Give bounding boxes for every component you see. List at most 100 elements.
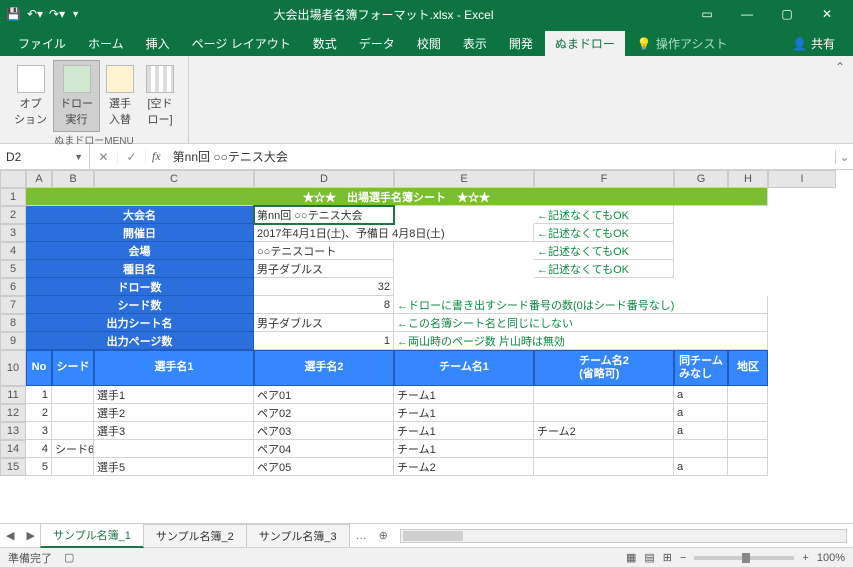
undo-icon[interactable]: ↶▾: [27, 7, 43, 21]
cell-player2[interactable]: ペア03: [254, 422, 394, 440]
field-note[interactable]: ←両山時のページ数 片山時は無効: [394, 332, 768, 350]
cell-same[interactable]: a: [674, 404, 728, 422]
field-note[interactable]: ←記述なくてもOK: [534, 224, 674, 242]
row-header[interactable]: 2: [0, 206, 26, 224]
sheet-title[interactable]: ★☆★ 出場選手名簿シート ★☆★: [26, 188, 768, 206]
empty-draw-button[interactable]: [空ド ロー]: [140, 60, 180, 132]
column-header[interactable]: C: [94, 170, 254, 188]
zoom-slider[interactable]: [694, 556, 794, 560]
sheet-tab-1[interactable]: サンプル名簿_1: [40, 523, 144, 548]
enter-formula-icon[interactable]: ✓: [118, 150, 146, 164]
cell-seed[interactable]: シード6: [52, 440, 94, 458]
table-header[interactable]: シード: [52, 350, 94, 386]
field-note[interactable]: ←記述なくてもOK: [534, 242, 674, 260]
row-header[interactable]: 4: [0, 242, 26, 260]
sheet-nav-next-icon[interactable]: ▶: [20, 529, 40, 542]
formula-input[interactable]: 第nn回 ○○テニス大会: [167, 148, 835, 165]
row-header[interactable]: 1: [0, 188, 26, 206]
cell-team2[interactable]: [534, 386, 674, 404]
field-value[interactable]: 2017年4月1日(土)、予備日 4月8日(土): [254, 224, 534, 242]
field-value[interactable]: 第nn回 ○○テニス大会: [254, 206, 394, 224]
cell-team2[interactable]: チーム2: [534, 422, 674, 440]
cell-player2[interactable]: ペア05: [254, 458, 394, 476]
column-header[interactable]: G: [674, 170, 728, 188]
zoom-in-button[interactable]: +: [802, 552, 808, 564]
field-value[interactable]: 男子ダブルス: [254, 314, 394, 332]
cell-same[interactable]: a: [674, 422, 728, 440]
column-header[interactable]: D: [254, 170, 394, 188]
field-value[interactable]: 32: [254, 278, 394, 296]
tab-home[interactable]: ホーム: [78, 31, 134, 56]
sheet-tab-2[interactable]: サンプル名簿_2: [143, 524, 247, 547]
name-box[interactable]: D2 ▼: [0, 144, 90, 169]
cell-team1[interactable]: チーム1: [394, 422, 534, 440]
column-header[interactable]: E: [394, 170, 534, 188]
field-note[interactable]: ←この名簿シート名と同じにしない: [394, 314, 768, 332]
zoom-out-button[interactable]: −: [680, 552, 686, 564]
table-header[interactable]: 選手名1: [94, 350, 254, 386]
field-label[interactable]: 大会名: [26, 206, 254, 224]
cell-no[interactable]: 5: [26, 458, 52, 476]
row-header[interactable]: 9: [0, 332, 26, 350]
expand-formula-bar-icon[interactable]: ⌄: [835, 150, 853, 164]
maximize-button[interactable]: ▢: [767, 7, 807, 21]
zoom-slider-thumb[interactable]: [742, 553, 750, 563]
cell-no[interactable]: 1: [26, 386, 52, 404]
cell-team1[interactable]: チーム1: [394, 440, 534, 458]
row-header[interactable]: 6: [0, 278, 26, 296]
ribbon-display-options-icon[interactable]: ▭: [687, 7, 727, 21]
tab-review[interactable]: 校閲: [407, 31, 451, 56]
cell-same[interactable]: a: [674, 458, 728, 476]
spreadsheet-grid[interactable]: ABCDEFGHI 123456789101112131415 ★☆★ 出場選手…: [0, 170, 853, 523]
save-icon[interactable]: 💾: [6, 7, 21, 21]
select-all-corner[interactable]: [0, 170, 26, 188]
field-value[interactable]: ○○テニスコート: [254, 242, 394, 260]
tell-me[interactable]: 💡 操作アシスト: [627, 31, 737, 56]
cell-no[interactable]: 4: [26, 440, 52, 458]
field-label[interactable]: ドロー数: [26, 278, 254, 296]
sheet-nav-prev-icon[interactable]: ◀: [0, 529, 20, 542]
cell-team1[interactable]: チーム1: [394, 386, 534, 404]
cell-seed[interactable]: [52, 458, 94, 476]
table-header[interactable]: 選手名2: [254, 350, 394, 386]
page-break-view-icon[interactable]: ⊞: [663, 551, 672, 564]
cell-area[interactable]: [728, 422, 768, 440]
tab-formulas[interactable]: 数式: [303, 31, 347, 56]
tab-data[interactable]: データ: [349, 31, 405, 56]
cell-area[interactable]: [728, 404, 768, 422]
field-label[interactable]: シード数: [26, 296, 254, 314]
field-label[interactable]: 開催日: [26, 224, 254, 242]
tab-view[interactable]: 表示: [453, 31, 497, 56]
row-header[interactable]: 11: [0, 386, 26, 404]
row-header[interactable]: 12: [0, 404, 26, 422]
column-header[interactable]: A: [26, 170, 52, 188]
tab-insert[interactable]: 挿入: [136, 31, 180, 56]
cell-area[interactable]: [728, 440, 768, 458]
horizontal-scrollbar[interactable]: [400, 529, 847, 543]
close-button[interactable]: ✕: [807, 7, 847, 21]
field-label[interactable]: 会場: [26, 242, 254, 260]
scrollbar-thumb[interactable]: [403, 531, 463, 541]
row-header[interactable]: 15: [0, 458, 26, 476]
cell-seed[interactable]: [52, 404, 94, 422]
normal-view-icon[interactable]: ▦: [626, 551, 636, 564]
row-header[interactable]: 14: [0, 440, 26, 458]
table-header[interactable]: 同チーム みなし: [674, 350, 728, 386]
cell-seed[interactable]: [52, 386, 94, 404]
draw-execute-button[interactable]: ドロー 実行: [53, 60, 100, 132]
cell-no[interactable]: 3: [26, 422, 52, 440]
row-header[interactable]: 5: [0, 260, 26, 278]
column-header[interactable]: H: [728, 170, 768, 188]
cell-player1[interactable]: 選手2: [94, 404, 254, 422]
table-header[interactable]: チーム名2 (省略可): [534, 350, 674, 386]
cell-area[interactable]: [728, 458, 768, 476]
table-header[interactable]: チーム名1: [394, 350, 534, 386]
cell-team2[interactable]: [534, 440, 674, 458]
table-header[interactable]: No: [26, 350, 52, 386]
option-button[interactable]: オプ ション: [8, 60, 53, 132]
cell-player1[interactable]: 選手5: [94, 458, 254, 476]
field-label[interactable]: 出力シート名: [26, 314, 254, 332]
tab-numadraw[interactable]: ぬまドロー: [545, 31, 625, 56]
cell-team2[interactable]: [534, 404, 674, 422]
cell-player2[interactable]: ペア04: [254, 440, 394, 458]
